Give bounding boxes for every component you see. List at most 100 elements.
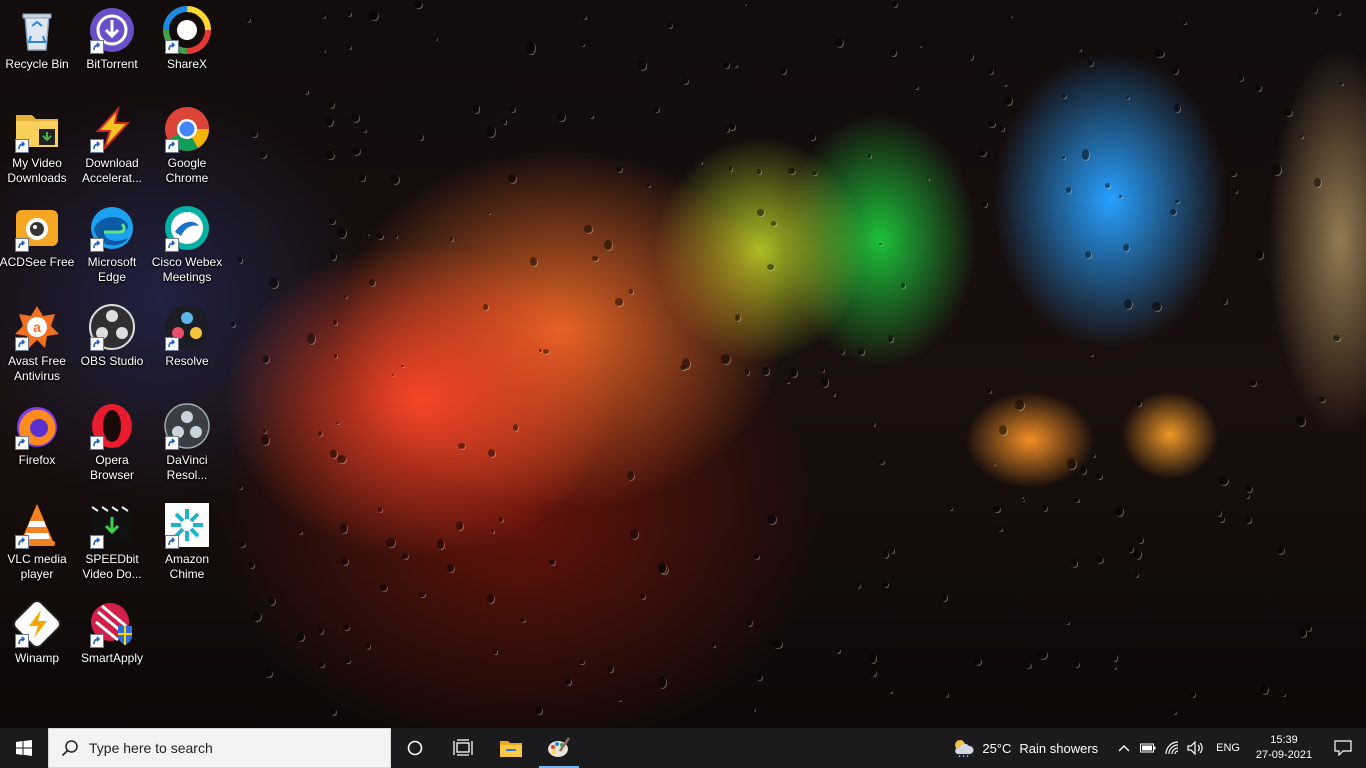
raindrop bbox=[834, 647, 840, 654]
start-button[interactable] bbox=[0, 728, 48, 768]
raindrop bbox=[449, 237, 454, 241]
obs-icon bbox=[88, 303, 136, 351]
raindrop bbox=[1152, 301, 1161, 312]
vlc-icon bbox=[13, 501, 61, 549]
firefox-icon bbox=[13, 402, 61, 450]
raindrop bbox=[1112, 666, 1116, 670]
raindrop bbox=[322, 48, 326, 53]
speaker-icon bbox=[1187, 741, 1203, 755]
raindrop bbox=[753, 554, 759, 560]
raindrop bbox=[369, 10, 379, 20]
raindrop bbox=[1135, 573, 1139, 578]
desktop-icon-opera[interactable]: Opera Browser bbox=[75, 396, 149, 488]
resolve-icon bbox=[163, 303, 211, 351]
desktop-icon-microsoft-edge[interactable]: Microsoft Edge bbox=[75, 198, 149, 290]
raindrop bbox=[581, 43, 585, 46]
shortcut-arrow-icon bbox=[90, 337, 104, 351]
raindrop bbox=[1215, 510, 1222, 516]
desktop-icon-resolve[interactable]: Resolve bbox=[150, 297, 224, 389]
icon-label: ShareX bbox=[166, 57, 208, 71]
taskbar-search-box[interactable]: Type here to search bbox=[48, 728, 391, 768]
desktop-icon-smartapply[interactable]: SmartApply bbox=[75, 594, 149, 686]
desktop-icon-amazon-chime[interactable]: Amazon Chime bbox=[150, 495, 224, 587]
raindrop bbox=[538, 349, 542, 353]
raindrop bbox=[350, 112, 360, 123]
desktop-icon-obs-studio[interactable]: OBS Studio bbox=[75, 297, 149, 389]
raindrop bbox=[821, 367, 825, 373]
action-center-button[interactable] bbox=[1320, 728, 1366, 768]
desktop-icon-cisco-webex[interactable]: Cisco Webex Meetings bbox=[150, 198, 224, 290]
desktop-icon-vlc[interactable]: VLC media player bbox=[0, 495, 74, 587]
icon-label: Google Chrome bbox=[165, 156, 209, 185]
raindrop bbox=[891, 2, 897, 8]
raindrop bbox=[332, 319, 337, 326]
raindrop bbox=[640, 593, 646, 600]
raindrop bbox=[1009, 15, 1012, 18]
raindrop bbox=[536, 706, 542, 714]
raindrop bbox=[901, 282, 906, 289]
raindrop bbox=[767, 264, 774, 271]
clock[interactable]: 15:39 27-09-2021 bbox=[1248, 733, 1320, 763]
raindrop bbox=[325, 116, 334, 127]
desktop-icon-acdsee[interactable]: ACDSee Free bbox=[0, 198, 74, 290]
raindrop bbox=[987, 388, 992, 393]
raindrop bbox=[375, 232, 383, 239]
raindrop bbox=[888, 689, 892, 694]
raindrop bbox=[1042, 504, 1048, 511]
icon-label: Resolve bbox=[165, 354, 209, 368]
desktop-icon-winamp[interactable]: Winamp bbox=[0, 594, 74, 686]
battery-button[interactable] bbox=[1136, 728, 1160, 768]
windows-logo-icon bbox=[16, 740, 32, 756]
desktop-icon-sharex[interactable]: ShareX bbox=[150, 0, 224, 92]
desktop-icon-bittorrent[interactable]: BitTorrent bbox=[75, 0, 149, 92]
raindrop bbox=[681, 77, 689, 84]
raindrop bbox=[767, 513, 777, 525]
paint-taskbar-button[interactable] bbox=[535, 728, 583, 768]
raindrop bbox=[455, 520, 464, 530]
icon-label: Download Accelerat... bbox=[81, 156, 143, 185]
raindrop bbox=[1061, 155, 1065, 160]
desktop-icon-download-accelerator[interactable]: Download Accelerat... bbox=[75, 99, 149, 191]
raindrop bbox=[347, 11, 351, 17]
task-view-button[interactable] bbox=[439, 728, 487, 768]
raindrop bbox=[483, 304, 489, 310]
desktop-icon-speedbit[interactable]: SPEEDbit Video Do... bbox=[75, 495, 149, 587]
raindrop bbox=[344, 658, 350, 664]
show-hidden-icons-button[interactable] bbox=[1112, 728, 1136, 768]
file-explorer-taskbar-button[interactable] bbox=[487, 728, 535, 768]
desktop-icon-avast[interactable]: a Avast Free Antivirus bbox=[0, 297, 74, 389]
desktop-icon-my-video-downloads[interactable]: My Video Downloads bbox=[0, 99, 74, 191]
davinci-icon bbox=[163, 402, 211, 450]
weather-widget[interactable]: 25°C Rain showers bbox=[952, 738, 1098, 758]
raindrop bbox=[1296, 415, 1306, 426]
raindrop bbox=[982, 200, 988, 207]
cortana-button[interactable] bbox=[391, 728, 439, 768]
wifi-button[interactable] bbox=[1160, 728, 1184, 768]
cortana-icon bbox=[407, 740, 423, 756]
raindrop bbox=[608, 665, 614, 672]
raindrop bbox=[734, 64, 738, 68]
raindrop bbox=[1255, 83, 1261, 92]
speedbit-icon bbox=[88, 501, 136, 549]
wifi-icon bbox=[1165, 741, 1179, 755]
raindrop bbox=[1021, 498, 1025, 501]
desktop-icon-google-chrome[interactable]: Google Chrome bbox=[150, 99, 224, 191]
raindrop bbox=[629, 288, 633, 294]
raindrop bbox=[419, 592, 425, 598]
raindrop bbox=[658, 676, 667, 688]
language-indicator[interactable]: ENG bbox=[1216, 742, 1240, 754]
raindrop bbox=[914, 85, 918, 90]
raindrop bbox=[391, 374, 395, 377]
raindrop bbox=[493, 649, 497, 654]
chevron-up-icon bbox=[1118, 745, 1130, 752]
raindrop bbox=[368, 279, 375, 286]
desktop-icon-recycle-bin[interactable]: Recycle Bin bbox=[0, 0, 74, 92]
raindrop bbox=[988, 120, 995, 127]
raindrop bbox=[589, 113, 594, 119]
raindrop bbox=[512, 423, 519, 432]
raindrop bbox=[1127, 545, 1134, 552]
raindrop bbox=[1096, 555, 1104, 563]
volume-button[interactable] bbox=[1184, 728, 1208, 768]
desktop-icon-davinci[interactable]: DaVinci Resol... bbox=[150, 396, 224, 488]
desktop-icon-firefox[interactable]: Firefox bbox=[0, 396, 74, 488]
